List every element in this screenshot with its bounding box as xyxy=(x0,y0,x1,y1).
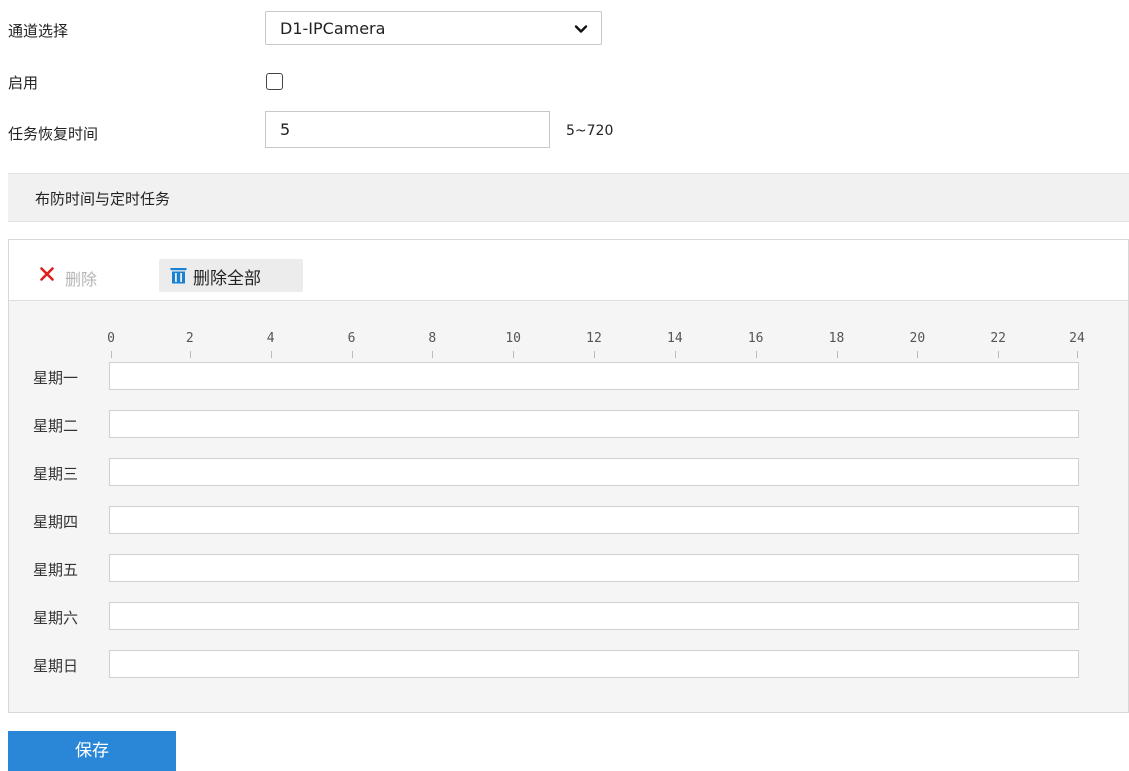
hour-tick-label: 16 xyxy=(747,331,764,346)
close-icon xyxy=(40,267,54,281)
day-label: 星期六 xyxy=(33,609,79,627)
day-label: 星期五 xyxy=(33,561,79,579)
hour-tick-label: 12 xyxy=(586,331,602,346)
hour-tick xyxy=(189,351,191,358)
hour-tick-label: 22 xyxy=(990,331,1006,346)
enable-label: 启用 xyxy=(8,74,39,92)
hour-tick xyxy=(594,351,595,358)
channel-select[interactable]: D1-IPCamera xyxy=(265,11,602,45)
schedule-toolbar: 删除 删除全部 xyxy=(9,240,1128,301)
recovery-time-range: 5~720 xyxy=(566,123,614,139)
day-schedule-bar[interactable] xyxy=(109,458,1079,486)
day-label: 星期一 xyxy=(33,369,79,387)
hour-tick xyxy=(270,351,272,358)
hour-tick-label: 18 xyxy=(828,331,845,346)
hour-tick-label: 14 xyxy=(667,331,683,346)
hour-tick xyxy=(513,351,515,358)
hour-tick-label: 4 xyxy=(266,331,275,346)
recovery-time-input[interactable]: 5 xyxy=(265,111,550,148)
delete-button-label: 删除 xyxy=(65,270,98,289)
hour-tick xyxy=(1077,351,1078,358)
day-schedule-bar[interactable] xyxy=(109,650,1079,678)
delete-all-button[interactable]: 删除全部 xyxy=(159,259,303,292)
chevron-down-icon xyxy=(574,25,588,33)
delete-all-button-label: 删除全部 xyxy=(193,269,261,289)
day-schedule-bar[interactable] xyxy=(109,506,1079,534)
hour-tick-label: 8 xyxy=(428,331,437,346)
hour-tick xyxy=(111,351,112,358)
day-label: 星期四 xyxy=(33,513,79,531)
day-label: 星期三 xyxy=(33,465,79,483)
day-label: 星期二 xyxy=(33,417,79,435)
hour-tick xyxy=(998,351,1000,358)
hour-tick xyxy=(432,351,434,358)
day-label: 星期日 xyxy=(33,657,79,675)
hour-tick xyxy=(674,351,676,358)
day-schedule-bar[interactable] xyxy=(109,362,1079,390)
trash-icon xyxy=(170,268,187,284)
schedule-panel: 删除 删除全部 0 2 4 6 8 10 12 14 16 18 20 22 24 星期一 星期二 星期三 星期… xyxy=(8,239,1129,713)
day-schedule-bar[interactable] xyxy=(109,602,1079,630)
section-title: 布防时间与定时任务 xyxy=(35,190,171,208)
section-header: 布防时间与定时任务 xyxy=(8,173,1129,222)
day-schedule-bar[interactable] xyxy=(109,410,1079,438)
hour-tick-label: 0 xyxy=(107,331,115,346)
channel-label: 通道选择 xyxy=(8,22,69,40)
hour-tick-label: 10 xyxy=(505,331,521,346)
enable-checkbox[interactable] xyxy=(266,73,283,90)
hour-tick-label: 6 xyxy=(347,331,356,346)
save-button[interactable]: 保存 xyxy=(8,731,176,771)
hour-tick xyxy=(351,351,353,358)
hour-tick-label: 20 xyxy=(909,331,926,346)
hour-tick xyxy=(755,351,757,358)
hour-tick-label: 24 xyxy=(1069,331,1085,346)
recovery-time-label: 任务恢复时间 xyxy=(8,125,99,143)
day-schedule-bar[interactable] xyxy=(109,554,1079,582)
hour-tick-label: 2 xyxy=(185,331,194,346)
hour-tick xyxy=(917,351,919,358)
recovery-time-value: 5 xyxy=(280,120,291,139)
channel-select-value: D1-IPCamera xyxy=(280,19,386,38)
hour-tick xyxy=(836,351,838,358)
